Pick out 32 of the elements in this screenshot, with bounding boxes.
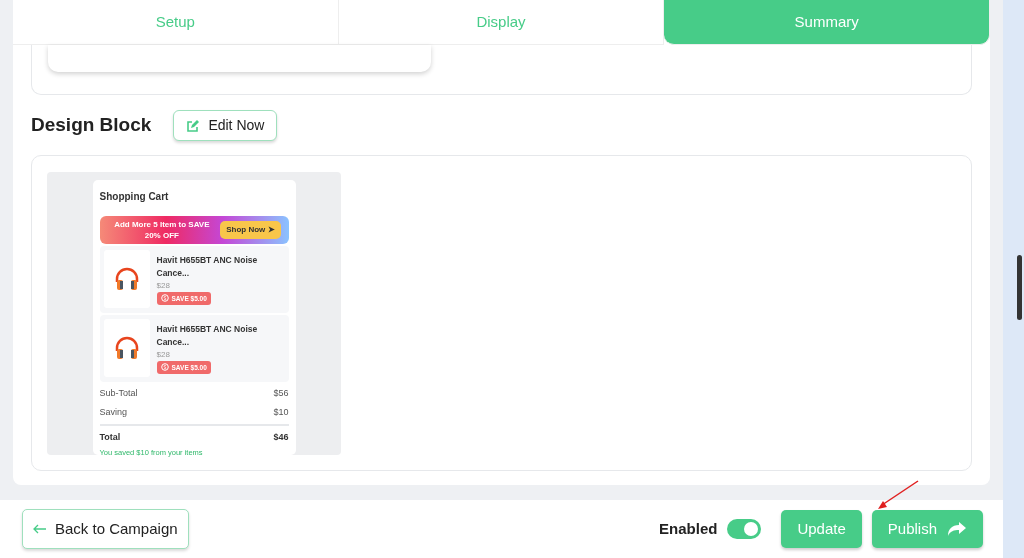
summary-value: $46 xyxy=(273,431,289,444)
edit-button[interactable]: Edit Now xyxy=(173,110,278,141)
update-button[interactable]: Update xyxy=(781,509,862,549)
annotation-arrow xyxy=(876,480,920,512)
shop-now-button[interactable]: Shop Now ➤ xyxy=(220,221,281,239)
headphones-icon xyxy=(113,335,140,361)
summary-label: Total xyxy=(99,431,121,444)
headphones-icon xyxy=(113,266,140,292)
summary-label: Saving xyxy=(99,405,128,419)
summary-value: $10 xyxy=(273,405,289,419)
product-price: $28 xyxy=(156,348,171,361)
back-button[interactable]: Back to Campaign xyxy=(22,508,189,550)
edit-icon xyxy=(186,118,201,133)
tab[interactable]: Summary xyxy=(664,0,990,45)
publish-button[interactable]: Publish xyxy=(871,509,983,549)
product-price: $28 xyxy=(156,279,171,292)
toggle-switch[interactable] xyxy=(727,519,762,539)
share-icon xyxy=(947,521,967,537)
product-name: Havit H655BT ANC Noise Cance... xyxy=(156,254,259,280)
arrow-left-icon xyxy=(33,524,47,534)
coin-icon xyxy=(160,294,169,303)
section-title: Design Block xyxy=(31,113,152,138)
scrollbar-thumb[interactable] xyxy=(1017,255,1022,320)
summary-label: Sub-Total xyxy=(99,387,138,400)
summary-value: $56 xyxy=(273,387,289,400)
coin-icon xyxy=(160,363,169,372)
cart-title: Shopping Cart xyxy=(99,190,170,204)
tab[interactable]: Display xyxy=(338,0,665,45)
toggle-label: Enabled xyxy=(659,518,718,539)
banner-text: Add More 5 Item to SAVE 20% OFF xyxy=(113,218,211,242)
tab[interactable]: Setup xyxy=(13,0,339,45)
product-name: Havit H655BT ANC Noise Cance... xyxy=(156,323,259,349)
